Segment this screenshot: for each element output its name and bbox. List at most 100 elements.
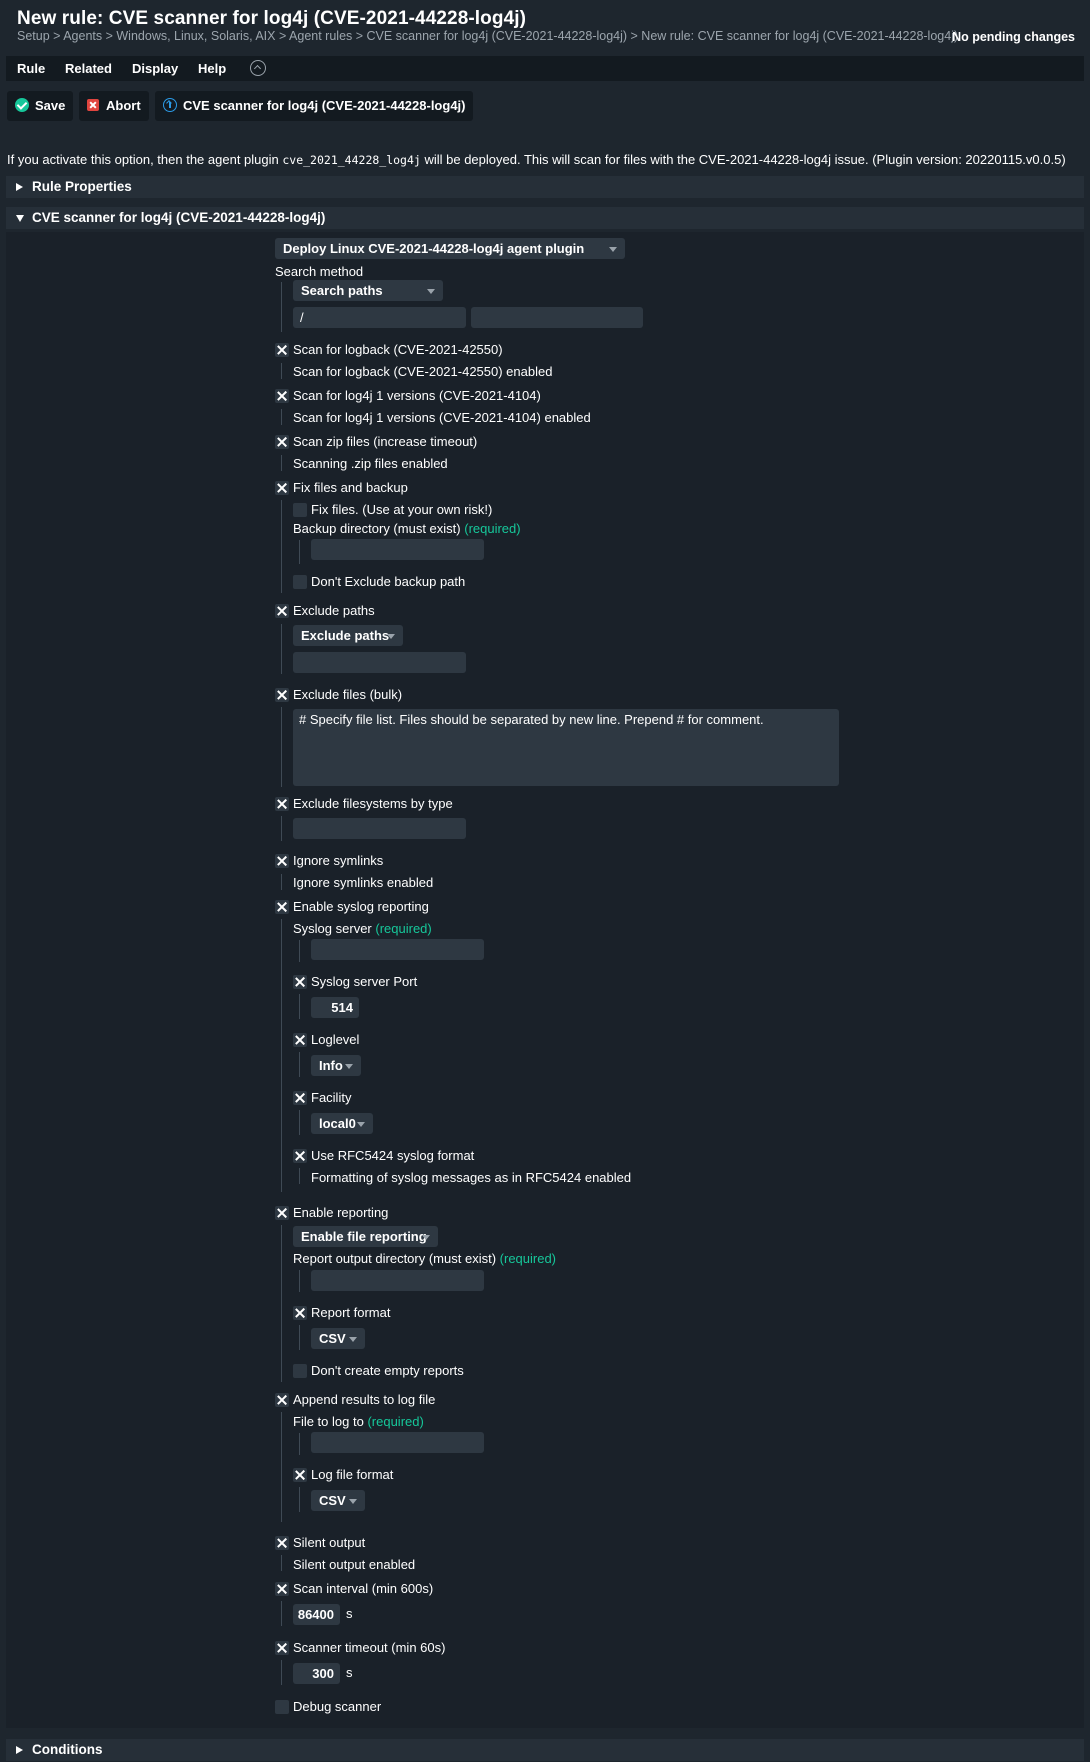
section-cve-scanner[interactable]: CVE scanner for log4j (CVE-2021-44228-lo…	[6, 207, 1084, 229]
backup-dir-input[interactable]	[311, 539, 484, 560]
syslog-port-input[interactable]: 514	[311, 997, 359, 1018]
debug-checkbox[interactable]	[275, 1700, 289, 1714]
interval-checkbox[interactable]	[275, 1582, 289, 1596]
log4j1-status: Scan for log4j 1 versions (CVE-2021-4104…	[293, 410, 591, 425]
exclude-bulk-textarea[interactable]: # Specify file list. Files should be sep…	[293, 709, 839, 786]
exclude-fs-checkbox[interactable]	[275, 797, 289, 811]
abort-button[interactable]: Abort	[79, 91, 149, 121]
section-rule-properties[interactable]: Rule Properties	[6, 176, 1084, 198]
silent-checkbox[interactable]	[275, 1536, 289, 1550]
log4j1-checkbox[interactable]	[275, 389, 289, 403]
chevron-down-icon	[609, 247, 617, 252]
chevron-down-icon	[349, 1337, 357, 1342]
indent-line	[281, 363, 282, 379]
rule-description: If you activate this option, then the ag…	[7, 152, 1066, 167]
indent-line	[299, 1487, 300, 1512]
menu-help[interactable]: Help	[198, 61, 226, 76]
append-log-label: Append results to log file	[293, 1392, 436, 1407]
section-conditions[interactable]: Conditions	[6, 1739, 1084, 1761]
arrow-up-icon	[163, 98, 177, 112]
indent-line	[281, 500, 282, 593]
no-empty-reports-label: Don't create empty reports	[311, 1363, 464, 1378]
menu-related[interactable]: Related	[65, 61, 112, 76]
menu-rule[interactable]: Rule	[17, 61, 45, 76]
fix-checkbox[interactable]	[275, 481, 289, 495]
zip-label: Scan zip files (increase timeout)	[293, 434, 478, 449]
indent-line	[299, 1325, 300, 1350]
menu-display[interactable]: Display	[132, 61, 178, 76]
syslog-checkbox[interactable]	[275, 900, 289, 914]
log-format-checkbox[interactable]	[293, 1468, 307, 1482]
exclude-path-input[interactable]	[293, 652, 466, 673]
indent-line	[281, 1225, 282, 1382]
append-log-checkbox[interactable]	[275, 1393, 289, 1407]
reporting-checkbox[interactable]	[275, 1206, 289, 1220]
exclude-bulk-checkbox[interactable]	[275, 688, 289, 702]
indent-line	[299, 1270, 300, 1292]
logback-checkbox[interactable]	[275, 343, 289, 357]
collapse-menu-icon[interactable]	[250, 60, 266, 76]
indent-line	[299, 940, 300, 962]
deploy-select[interactable]: Deploy Linux CVE-2021-44228-log4j agent …	[275, 238, 625, 259]
indent-line	[281, 919, 282, 1192]
breadcrumb[interactable]: Setup > Agents > Windows, Linux, Solaris…	[17, 29, 958, 43]
report-dir-label: Report output directory (must exist) (re…	[293, 1251, 557, 1266]
check-icon	[15, 98, 29, 112]
rfc5424-checkbox[interactable]	[293, 1149, 307, 1163]
debug-label: Debug scanner	[293, 1699, 382, 1714]
save-button[interactable]: Save	[7, 91, 74, 121]
syslog-label: Enable syslog reporting	[293, 899, 429, 914]
syslog-port-checkbox[interactable]	[293, 975, 307, 989]
ruleset-button[interactable]: CVE scanner for log4j (CVE-2021-44228-lo…	[155, 91, 474, 121]
chevron-down-icon	[357, 1122, 365, 1127]
exclude-fs-input[interactable]	[293, 818, 466, 839]
page-title: New rule: CVE scanner for log4j (CVE-202…	[17, 8, 527, 29]
timeout-checkbox[interactable]	[275, 1641, 289, 1655]
interval-input[interactable]: 86400	[293, 1604, 340, 1625]
exclude-bulk-label: Exclude files (bulk)	[293, 687, 403, 702]
loglevel-label: Loglevel	[311, 1032, 360, 1047]
silent-label: Silent output	[293, 1535, 366, 1550]
facility-select[interactable]: local0	[311, 1113, 373, 1134]
dont-exclude-checkbox[interactable]	[293, 575, 307, 589]
syslog-server-input[interactable]	[311, 939, 484, 960]
exclude-paths-label: Exclude paths	[293, 603, 375, 618]
expand-icon	[16, 183, 23, 191]
page-header: New rule: CVE scanner for log4j (CVE-202…	[0, 0, 1090, 55]
report-dir-input[interactable]	[311, 1270, 484, 1291]
facility-label: Facility	[311, 1090, 352, 1105]
indent-line	[281, 816, 282, 841]
loglevel-checkbox[interactable]	[293, 1033, 307, 1047]
report-format-select[interactable]: CSV	[311, 1328, 365, 1349]
symlinks-checkbox[interactable]	[275, 854, 289, 868]
symlinks-status: Ignore symlinks enabled	[293, 875, 434, 890]
indent-line	[281, 1601, 282, 1626]
report-format-checkbox[interactable]	[293, 1306, 307, 1320]
indent-line	[281, 1555, 282, 1571]
indent-line	[281, 1660, 282, 1685]
log-format-select[interactable]: CSV	[311, 1490, 365, 1511]
pending-changes-status[interactable]: No pending changes	[952, 30, 1075, 44]
fix-files-checkbox[interactable]	[293, 503, 307, 517]
indent-line	[281, 282, 282, 332]
silent-status: Silent output enabled	[293, 1557, 416, 1572]
reporting-select[interactable]: Enable file reporting	[293, 1226, 438, 1247]
log-format-label: Log file format	[311, 1467, 394, 1482]
exclude-paths-checkbox[interactable]	[275, 604, 289, 618]
facility-checkbox[interactable]	[293, 1091, 307, 1105]
exclude-paths-select[interactable]: Exclude paths	[293, 625, 403, 646]
search-path-input-2[interactable]	[471, 307, 643, 328]
no-empty-reports-checkbox[interactable]	[293, 1364, 307, 1378]
interval-unit: s	[346, 1606, 353, 1621]
file-log-input[interactable]	[311, 1432, 484, 1453]
indent-line	[299, 994, 300, 1019]
chevron-down-icon	[345, 1064, 353, 1069]
loglevel-select[interactable]: Info	[311, 1055, 361, 1076]
timeout-input[interactable]: 300	[293, 1663, 340, 1684]
search-path-input-1[interactable]: /	[293, 307, 466, 328]
zip-checkbox[interactable]	[275, 435, 289, 449]
report-format-label: Report format	[311, 1305, 391, 1320]
search-method-select[interactable]: Search paths	[293, 280, 443, 301]
cross-icon	[87, 99, 99, 111]
chevron-down-icon	[422, 1235, 430, 1240]
